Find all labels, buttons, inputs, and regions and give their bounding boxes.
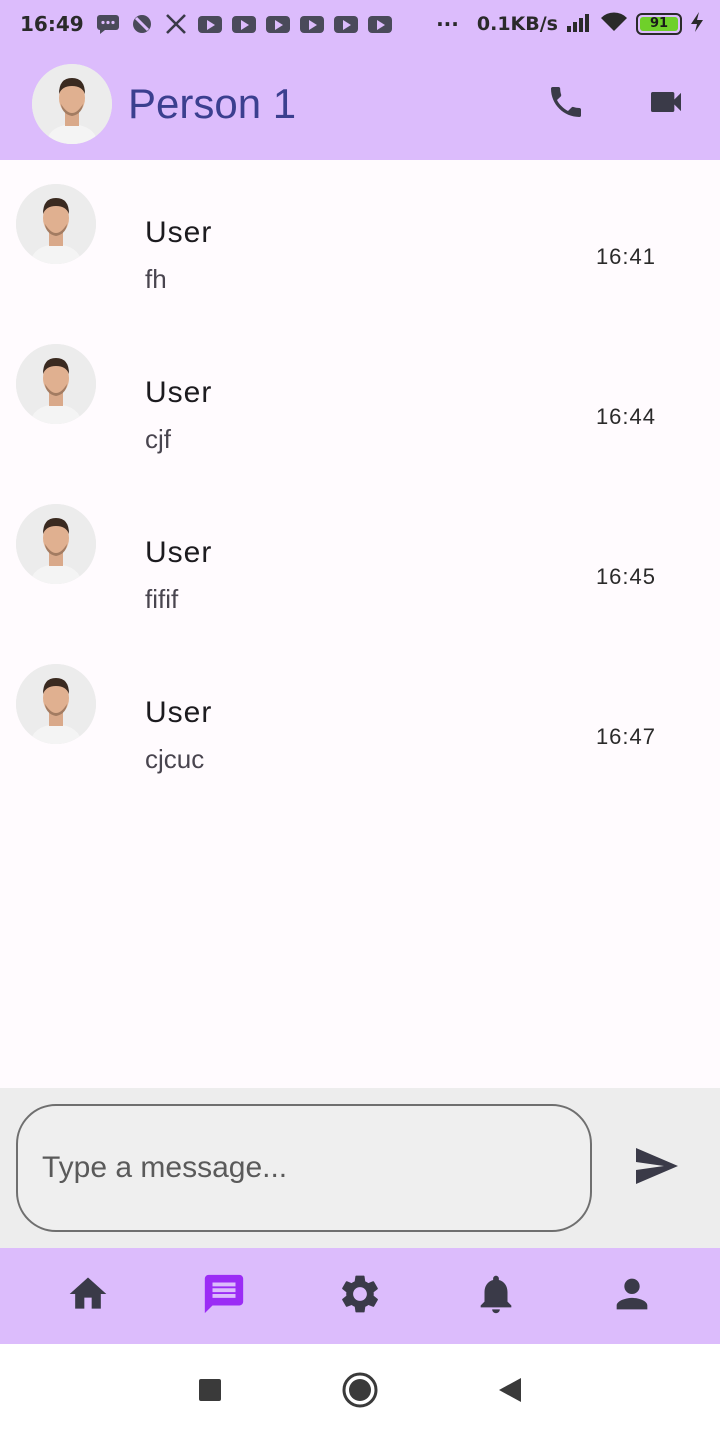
send-icon [634, 1146, 680, 1190]
message-icon [96, 14, 120, 34]
battery-level: 91 [640, 17, 678, 31]
list-item[interactable]: User fh 16:41 [0, 160, 720, 320]
chat-message: fh [145, 264, 167, 294]
nav-notifications[interactable] [464, 1264, 528, 1328]
avatar [16, 504, 96, 584]
chat-message: cjf [145, 424, 171, 454]
video-call-button[interactable] [644, 82, 688, 126]
chat-sender: User [145, 216, 213, 249]
profile-icon [609, 1271, 655, 1321]
header-actions [544, 82, 688, 126]
list-item[interactable]: User cjcuc 16:47 [0, 640, 720, 800]
home-icon [66, 1272, 110, 1320]
youtube-icon [231, 15, 256, 33]
avatar [16, 344, 96, 424]
wifi-icon [600, 11, 628, 38]
notifications-icon [473, 1271, 519, 1321]
system-nav [0, 1344, 720, 1440]
page-title: Person 1 [128, 80, 297, 127]
nav-chat[interactable] [192, 1264, 256, 1328]
status-time: 16:49 [20, 12, 84, 36]
nav-home[interactable] [56, 1264, 120, 1328]
message-composer [0, 1088, 720, 1248]
phone-call-button[interactable] [544, 82, 588, 126]
back-button[interactable] [490, 1372, 530, 1412]
blocked-icon [130, 14, 154, 34]
message-input[interactable] [16, 1104, 592, 1232]
more-dots-icon: ··· [436, 12, 459, 36]
app-bar: Person 1 [0, 48, 720, 160]
x-logo-icon [164, 14, 188, 34]
phone-icon [546, 82, 586, 126]
settings-icon [337, 1271, 383, 1321]
chat-time: 16:44 [595, 404, 656, 429]
nav-profile[interactable] [600, 1264, 664, 1328]
youtube-icon [265, 15, 290, 33]
list-item[interactable]: User fifif 16:45 [0, 480, 720, 640]
avatar [16, 184, 96, 264]
square-icon [198, 1378, 222, 1406]
status-bar: 16:49 ··· 0.1KB/s 91 [0, 0, 720, 48]
youtube-icon [299, 15, 324, 33]
chat-message: cjcuc [145, 744, 205, 774]
charging-icon [690, 11, 704, 38]
chat-icon [201, 1271, 247, 1321]
youtube-icon [333, 15, 358, 33]
avatar [16, 664, 96, 744]
chat-time: 16:41 [595, 244, 656, 269]
signal-icon [566, 12, 592, 37]
youtube-icon [367, 15, 392, 33]
youtube-icon [197, 15, 222, 33]
nav-settings[interactable] [328, 1264, 392, 1328]
chat-time: 16:45 [595, 564, 656, 589]
back-triangle-icon [497, 1376, 523, 1408]
chat-sender: User [145, 696, 213, 729]
chat-sender: User [145, 376, 213, 409]
chat-time: 16:47 [595, 724, 656, 749]
send-button[interactable] [632, 1143, 682, 1193]
contact-avatar[interactable] [32, 64, 112, 144]
bottom-nav [0, 1248, 720, 1344]
home-system-button[interactable] [340, 1372, 380, 1412]
chat-list: User fh 16:41 User cjf 16:44 User fifif … [0, 160, 720, 1088]
chat-sender: User [145, 536, 213, 569]
status-right: ··· 0.1KB/s 91 [436, 11, 704, 38]
battery-icon: 91 [636, 13, 682, 35]
chat-message: fifif [145, 584, 179, 614]
circle-icon [341, 1371, 379, 1413]
video-call-icon [646, 82, 686, 126]
list-item[interactable]: User cjf 16:44 [0, 320, 720, 480]
recents-button[interactable] [190, 1372, 230, 1412]
network-speed: 0.1KB/s [476, 13, 558, 35]
status-icons [96, 14, 392, 34]
